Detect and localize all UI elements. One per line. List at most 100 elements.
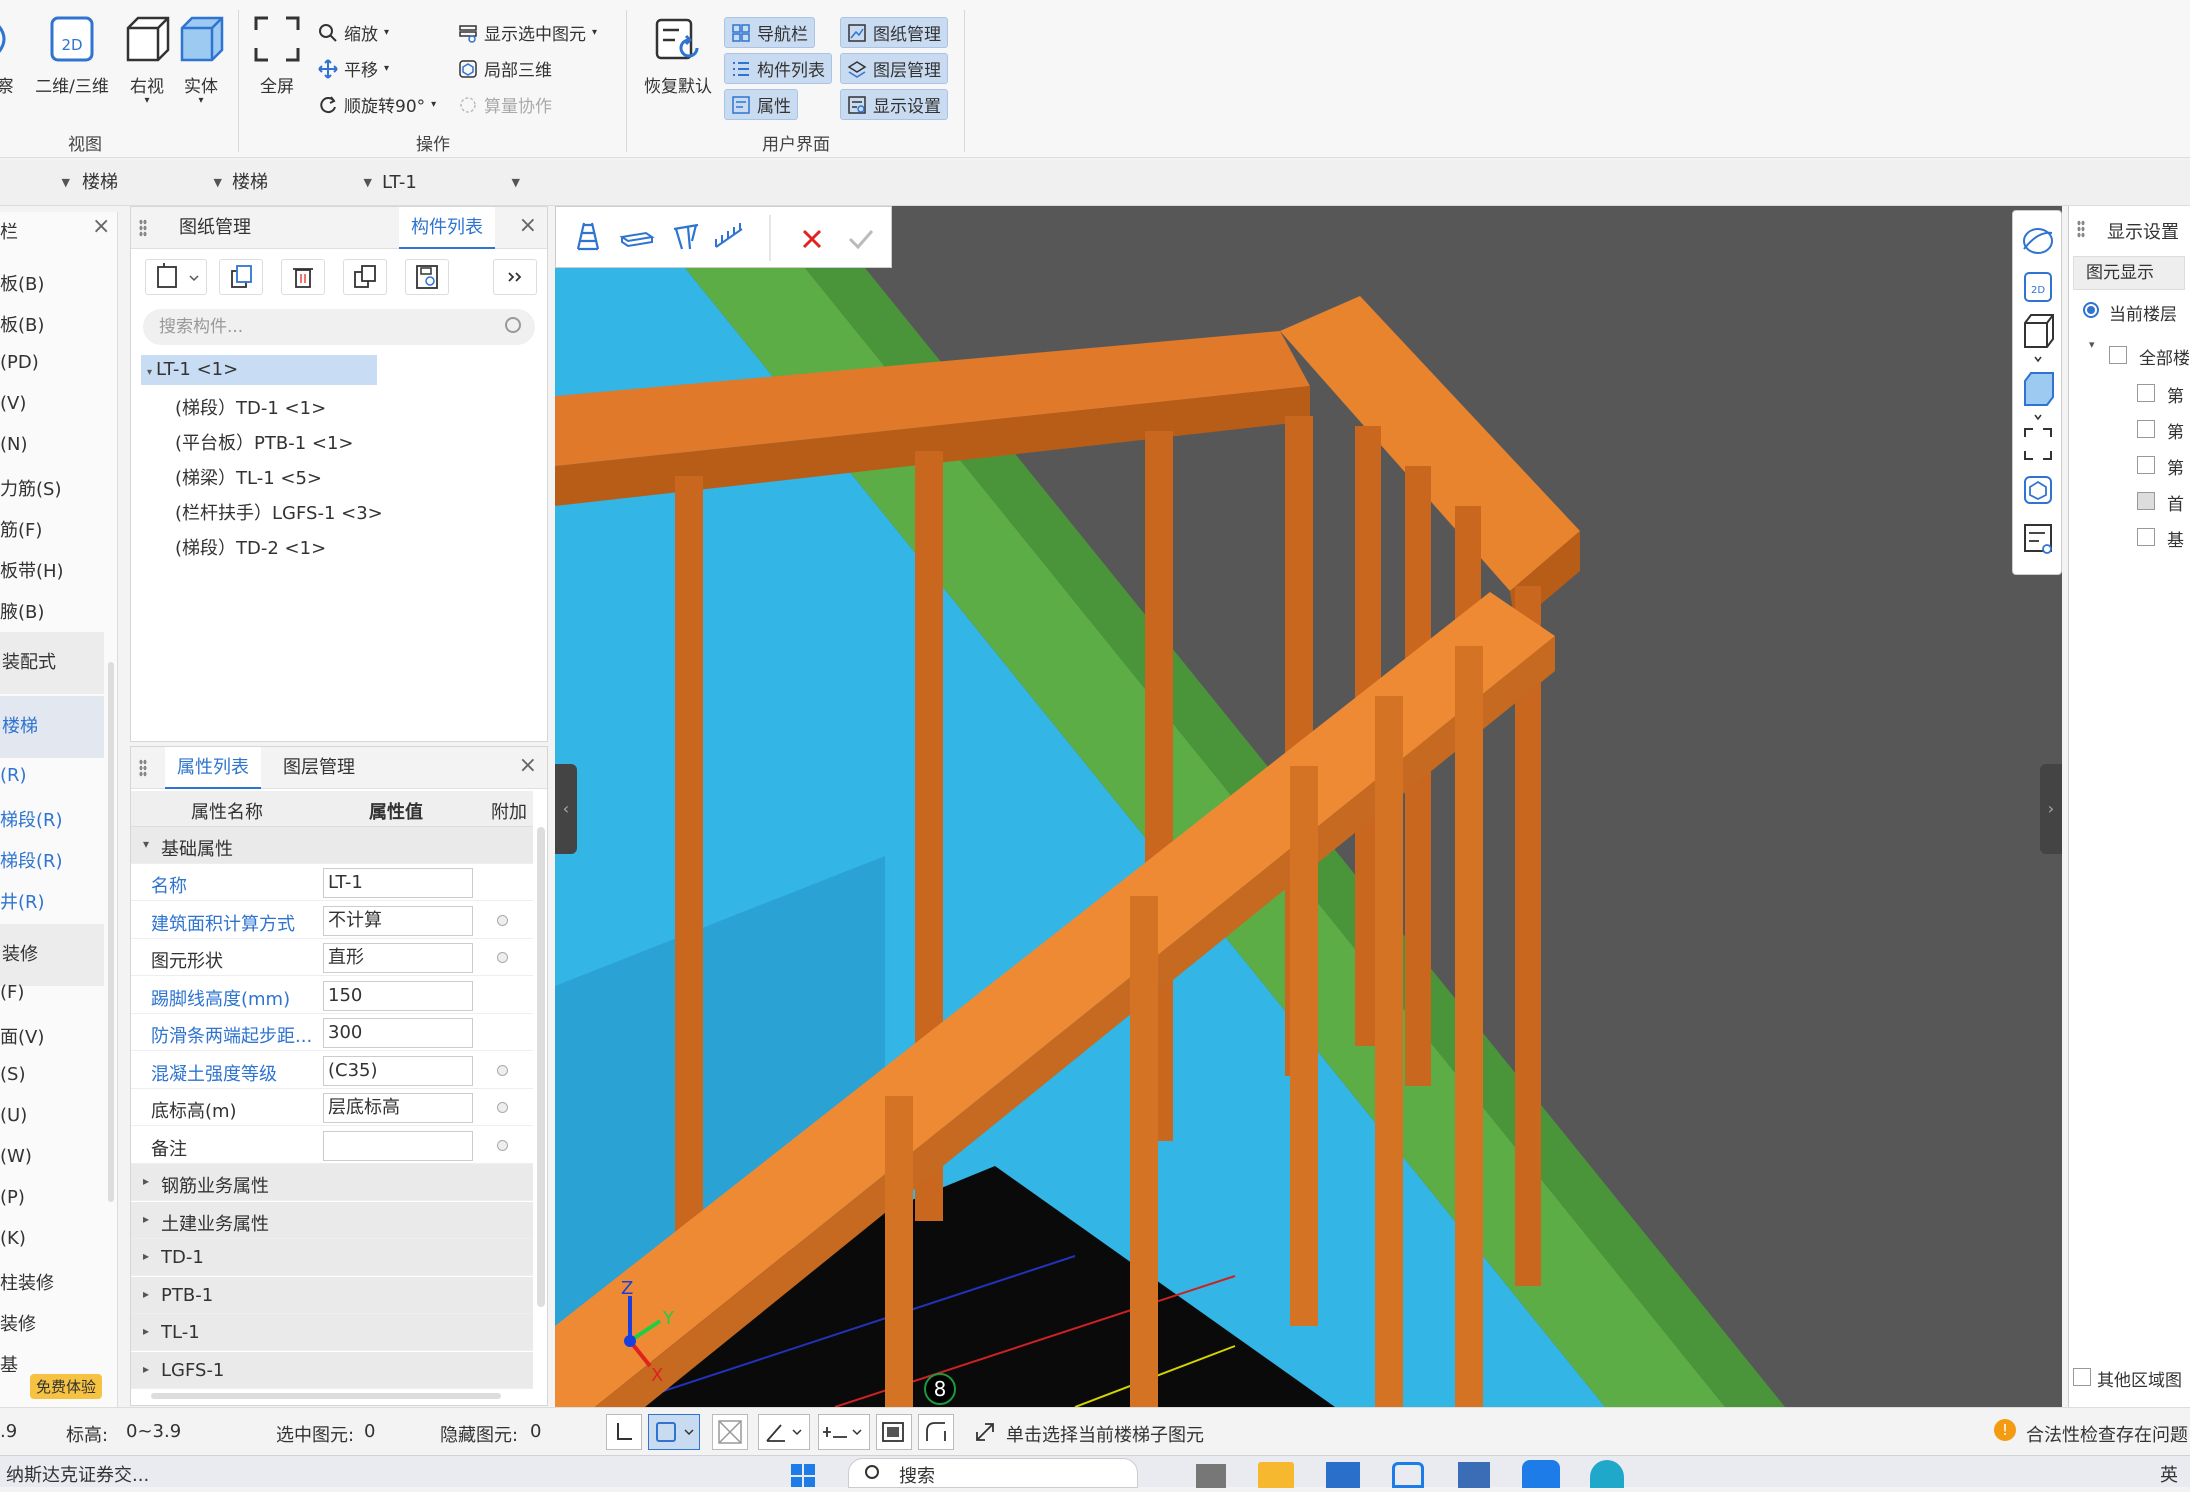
nav-item-finish[interactable]: 基 — [0, 1351, 18, 1377]
nav-item-finish[interactable]: (S) — [0, 1064, 25, 1085]
nav-item-finish[interactable]: 面(V) — [0, 1023, 44, 1049]
nav-item[interactable]: 力筋(S) — [0, 475, 61, 501]
stair-beam-icon[interactable] — [715, 223, 743, 248]
fullscreen-icon[interactable] — [2024, 428, 2052, 460]
news-widget[interactable]: 纳斯达克证券交... — [6, 1461, 149, 1487]
taskbar-app-icon[interactable] — [1196, 1464, 1226, 1488]
floor-checkbox[interactable] — [2137, 528, 2155, 546]
trial-badge[interactable]: 免费体验 — [30, 1374, 103, 1399]
close-icon[interactable]: × — [519, 753, 537, 778]
property-value-field[interactable]: 层底标高 — [323, 1093, 473, 1123]
other-area-checkbox[interactable] — [2073, 1368, 2091, 1386]
component-selector[interactable]: LT-1 ▼ — [382, 168, 520, 198]
tree-item-child[interactable]: (梯段）TD-1 <1> — [175, 394, 326, 420]
nav-item-finish[interactable]: 柱装修 — [0, 1269, 54, 1295]
stair-tread-icon[interactable] — [576, 222, 600, 251]
rotate-90-button[interactable]: 顺旋转90° ▾ — [318, 92, 436, 117]
chevron-down-icon[interactable]: ▾ — [2089, 338, 2095, 351]
property-value-field[interactable]: LT-1 — [323, 868, 473, 898]
left-nav-scrollbar[interactable] — [108, 662, 114, 1202]
property-value-field[interactable]: (C35) — [323, 1055, 473, 1086]
drag-grip-icon[interactable] — [139, 219, 147, 237]
property-section[interactable]: ▸ LGFS-1 — [131, 1351, 533, 1389]
tab-drawing-mgmt[interactable]: 图纸管理 — [179, 207, 251, 249]
attach-radio[interactable] — [497, 1139, 508, 1151]
edge-browser-icon[interactable] — [1590, 1460, 1624, 1488]
property-value-field[interactable]: 300 — [323, 1018, 473, 1048]
taskbar-app-icon[interactable] — [1392, 1462, 1424, 1488]
tab-property-list[interactable]: 属性列表 — [165, 747, 261, 789]
nav-item-finish[interactable]: (K) — [0, 1228, 26, 1249]
windows-start-icon[interactable] — [790, 1461, 816, 1487]
angle-button[interactable] — [758, 1414, 810, 1450]
property-section[interactable]: ▸ TD-1 — [131, 1239, 533, 1276]
fullscreen-button[interactable]: 全屏 — [248, 14, 306, 97]
nav-item[interactable]: 板(B) — [0, 311, 44, 337]
property-section[interactable]: ▸ 钢筋业务属性 — [131, 1164, 533, 1201]
grid-axis-marker[interactable]: 8 — [924, 1373, 956, 1405]
nav-item[interactable]: (V) — [0, 393, 26, 414]
nav-item[interactable]: 腋(B) — [0, 598, 44, 624]
all-floors-checkbox[interactable] — [2109, 346, 2127, 364]
attach-radio[interactable] — [497, 952, 508, 963]
nav-bar-toggle[interactable]: 导航栏 — [724, 17, 815, 48]
2d-icon[interactable]: 2D — [2024, 272, 2052, 302]
zoom-button[interactable]: 缩放 ▾ — [318, 20, 389, 45]
tree-item-child[interactable]: (栏杆扶手）LGFS-1 <3> — [175, 499, 383, 525]
offset-button[interactable] — [818, 1414, 870, 1450]
ime-indicator[interactable]: 英 — [2160, 1461, 2178, 1487]
category-selector[interactable]: 楼梯 ▼ — [82, 168, 222, 198]
stair-railing-icon[interactable] — [673, 223, 699, 250]
nav-item[interactable]: 板带(H) — [0, 557, 64, 583]
floor-selector[interactable]: ▼ — [0, 168, 70, 198]
expand-icon[interactable] — [974, 1421, 996, 1448]
restore-default-button[interactable]: 恢复默认 — [638, 14, 718, 97]
tree-item-child[interactable]: (梯段）TD-2 <1> — [175, 534, 326, 560]
orbit-button[interactable]: 察 — [0, 14, 20, 97]
component-search-input[interactable]: 搜索构件... — [143, 309, 535, 345]
close-icon[interactable]: × — [519, 213, 537, 238]
right-view-button[interactable]: 右视 ▾ — [122, 14, 172, 106]
right-view-cube-icon[interactable] — [2024, 314, 2054, 363]
3d-viewport[interactable]: Z Y X 8 ‹ › — [555, 206, 2062, 1407]
display-settings-icon[interactable] — [2024, 524, 2052, 554]
local-3d-icon[interactable] — [2024, 476, 2052, 504]
close-icon[interactable]: × — [92, 214, 110, 239]
nav-group-finish[interactable]: 装修 — [0, 924, 104, 986]
stair-landing-icon[interactable] — [619, 231, 655, 248]
tab-layer-mgmt[interactable]: 图层管理 — [283, 747, 355, 789]
orbit-icon[interactable] — [2023, 228, 2053, 254]
property-h-scrollbar[interactable] — [151, 1393, 501, 1399]
attach-radio[interactable] — [497, 1102, 508, 1113]
nav-group-prefab[interactable]: 装配式 — [0, 632, 104, 694]
floor-checkbox[interactable] — [2137, 456, 2155, 474]
nav-item[interactable]: 板(B) — [0, 270, 44, 296]
pan-button[interactable]: 平移 ▾ — [318, 56, 389, 81]
type-selector[interactable]: 楼梯 ▼ — [232, 168, 372, 198]
confirm-icon[interactable] — [848, 230, 874, 250]
drag-grip-icon[interactable] — [2077, 220, 2085, 238]
layer-mgmt-toggle[interactable]: 图层管理 — [840, 53, 948, 84]
nav-item[interactable]: 筋(F) — [0, 516, 42, 542]
new-component-button[interactable] — [145, 259, 207, 295]
property-section[interactable]: ▸ TL-1 — [131, 1314, 533, 1351]
attach-radio[interactable] — [497, 914, 508, 926]
ortho-button[interactable] — [606, 1414, 642, 1450]
delete-button[interactable] — [281, 259, 325, 295]
component-list-toggle[interactable]: 构件列表 — [724, 53, 832, 84]
attach-radio[interactable] — [497, 1064, 508, 1076]
file-explorer-icon[interactable] — [1258, 1462, 1294, 1488]
collapse-right-handle[interactable]: › — [2040, 764, 2062, 854]
nav-item[interactable]: (N) — [0, 434, 28, 455]
property-section[interactable]: ▸ 土建业务属性 — [131, 1201, 533, 1239]
warning-icon[interactable]: ! — [1994, 1419, 2016, 1441]
tree-item-root[interactable]: ▾ LT-1 <1> — [141, 355, 377, 385]
2d-3d-toggle-button[interactable]: 2D 二维/三维 — [32, 14, 112, 97]
tab-component-list[interactable]: 构件列表 — [399, 207, 495, 249]
nav-item-stair[interactable]: 梯段(R) — [0, 806, 63, 832]
display-settings-toggle[interactable]: 显示设置 — [840, 89, 948, 120]
layer-toggle-button[interactable] — [876, 1414, 912, 1450]
taskbar-app-icon[interactable] — [1326, 1462, 1360, 1488]
drag-grip-icon[interactable] — [139, 759, 147, 777]
floor-checkbox[interactable] — [2137, 420, 2155, 438]
